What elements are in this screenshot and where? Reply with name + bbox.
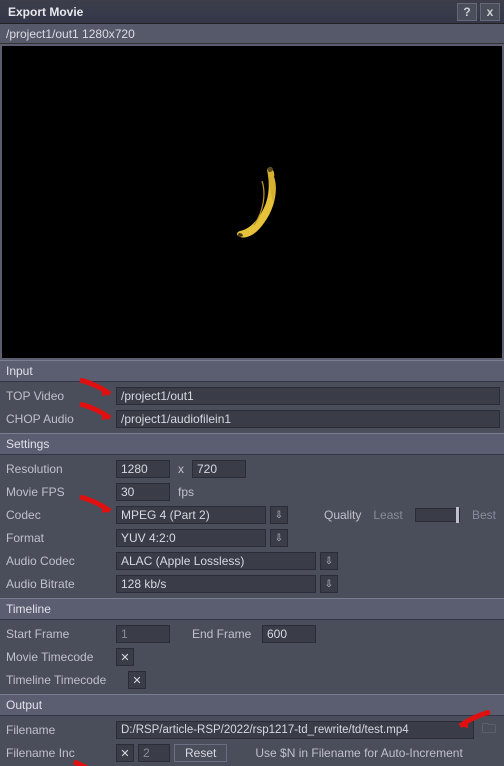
help-button[interactable]: ?: [457, 3, 477, 21]
codec-field[interactable]: MPEG 4 (Part 2): [116, 506, 266, 524]
end-frame-field[interactable]: 600: [262, 625, 316, 643]
path-text: /project1/out1 1280x720: [6, 27, 135, 41]
filename-inc-checkbox[interactable]: ✕: [116, 744, 134, 762]
resolution-label: Resolution: [4, 462, 112, 476]
preview-content: [212, 157, 292, 247]
chop-audio-field[interactable]: /project1/audiofilein1: [116, 410, 500, 428]
close-button[interactable]: x: [480, 3, 500, 21]
audio-codec-label: Audio Codec: [4, 554, 112, 568]
preview-viewport: [0, 44, 504, 360]
section-output-header: Output: [0, 694, 504, 716]
section-input-header: Input: [0, 360, 504, 382]
quality-best-label: Best: [468, 508, 500, 522]
chop-audio-label: CHOP Audio: [4, 412, 112, 426]
titlebar: Export Movie ? x: [0, 0, 504, 24]
quality-label: Quality: [320, 508, 365, 522]
movie-timecode-label: Movie Timecode: [4, 650, 112, 664]
section-settings-header: Settings: [0, 433, 504, 455]
filename-inc-label: Filename Inc: [4, 746, 112, 760]
codec-dropdown-icon[interactable]: ⇩: [270, 506, 288, 524]
filename-hint: Use $N in Filename for Auto-Increment: [251, 746, 466, 760]
audio-bitrate-field[interactable]: 128 kb/s: [116, 575, 316, 593]
audio-codec-dropdown-icon[interactable]: ⇩: [320, 552, 338, 570]
movie-fps-label: Movie FPS: [4, 485, 112, 499]
browse-folder-icon[interactable]: 🗀: [478, 721, 500, 739]
quality-least-label: Least: [369, 508, 406, 522]
filename-field[interactable]: D:/RSP/article-RSP/2022/rsp1217-td_rewri…: [116, 721, 474, 739]
resolution-height-field[interactable]: 720: [192, 460, 246, 478]
top-video-label: TOP Video: [4, 389, 112, 403]
quality-slider[interactable]: [415, 508, 460, 522]
start-frame-field[interactable]: 1: [116, 625, 170, 643]
format-field[interactable]: YUV 4:2:0: [116, 529, 266, 547]
movie-fps-field[interactable]: 30: [116, 483, 170, 501]
audio-bitrate-dropdown-icon[interactable]: ⇩: [320, 575, 338, 593]
timeline-timecode-label: Timeline Timecode: [4, 673, 124, 687]
format-label: Format: [4, 531, 112, 545]
audio-bitrate-label: Audio Bitrate: [4, 577, 112, 591]
codec-label: Codec: [4, 508, 112, 522]
resolution-width-field[interactable]: 1280: [116, 460, 170, 478]
audio-codec-field[interactable]: ALAC (Apple Lossless): [116, 552, 316, 570]
window-title: Export Movie: [8, 5, 83, 19]
path-bar: /project1/out1 1280x720: [0, 24, 504, 44]
reset-button[interactable]: Reset: [174, 744, 227, 762]
fps-suffix: fps: [174, 485, 198, 499]
filename-label: Filename: [4, 723, 112, 737]
x-label: x: [174, 462, 188, 476]
format-dropdown-icon[interactable]: ⇩: [270, 529, 288, 547]
movie-timecode-checkbox[interactable]: ✕: [116, 648, 134, 666]
timeline-timecode-checkbox[interactable]: ✕: [128, 671, 146, 689]
top-video-field[interactable]: /project1/out1: [116, 387, 500, 405]
end-frame-label: End Frame: [188, 627, 258, 641]
section-timeline-header: Timeline: [0, 598, 504, 620]
filename-inc-field[interactable]: 2: [138, 744, 170, 762]
quality-slider-handle[interactable]: [456, 507, 459, 523]
start-frame-label: Start Frame: [4, 627, 112, 641]
